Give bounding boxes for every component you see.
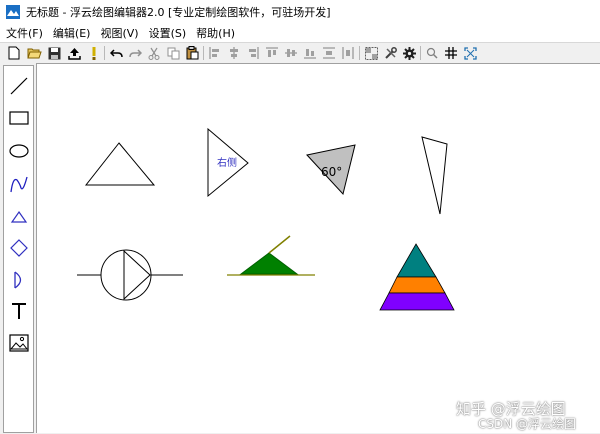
tool-panel xyxy=(0,63,36,433)
menu-file[interactable]: 文件(F) xyxy=(2,25,47,41)
menu-help[interactable]: 帮助(H) xyxy=(192,25,239,41)
align-bottom-icon[interactable] xyxy=(302,45,318,61)
grid-icon[interactable] xyxy=(443,45,459,61)
undo-icon[interactable] xyxy=(108,45,124,61)
window-title: 无标题 - 浮云绘图编辑器2.0 [专业定制绘图软件，可驻场开发] xyxy=(26,6,331,19)
zoom-icon[interactable] xyxy=(424,45,440,61)
open-folder-icon[interactable] xyxy=(26,45,42,61)
toolbar xyxy=(0,42,600,64)
menu-view[interactable]: 视图(V) xyxy=(96,25,142,41)
line-tool-icon[interactable] xyxy=(7,74,31,98)
ellipse-tool-icon[interactable] xyxy=(7,139,31,163)
redo-icon[interactable] xyxy=(127,45,143,61)
drawing-canvas[interactable]: 右侧 60° xyxy=(36,63,600,433)
tools-icon[interactable] xyxy=(382,45,398,61)
align-middle-icon[interactable] xyxy=(283,45,299,61)
rectangle-tool-icon[interactable] xyxy=(7,106,31,130)
triangle-tool-icon[interactable] xyxy=(7,205,31,229)
text-tool-icon[interactable] xyxy=(7,299,31,323)
distribute-h-icon[interactable] xyxy=(321,45,337,61)
green-trapezoid-symbol[interactable] xyxy=(227,235,315,276)
fit-screen-icon[interactable] xyxy=(462,45,478,61)
align-top-icon[interactable] xyxy=(264,45,280,61)
menu-bar: 文件(F) 编辑(E) 视图(V) 设置(S) 帮助(H) xyxy=(0,24,600,42)
group-icon[interactable] xyxy=(363,45,379,61)
toolbar-separator xyxy=(203,46,204,60)
toolbar-separator xyxy=(420,46,421,60)
align-right-icon[interactable] xyxy=(245,45,261,61)
image-tool-icon[interactable] xyxy=(7,331,31,355)
align-left-icon[interactable] xyxy=(207,45,223,61)
toolbar-separator xyxy=(359,46,360,60)
angle-label: 60° xyxy=(321,165,342,179)
watermark-csdn: CSDN @浮云绘图 xyxy=(478,417,577,431)
align-center-icon[interactable] xyxy=(226,45,242,61)
diamond-tool-icon[interactable] xyxy=(7,236,31,260)
pump-symbol[interactable] xyxy=(77,249,183,301)
triangle-shape[interactable] xyxy=(84,142,156,186)
arc-tool-icon[interactable] xyxy=(7,268,31,292)
layered-pyramid-shape[interactable] xyxy=(379,243,455,311)
app-logo-icon xyxy=(6,5,20,19)
tool-panel-inner xyxy=(3,65,34,433)
menu-settings[interactable]: 设置(S) xyxy=(145,25,191,41)
menu-edit[interactable]: 编辑(E) xyxy=(49,25,95,41)
polyline-tool-icon[interactable] xyxy=(7,172,31,196)
toolbar-separator xyxy=(104,46,105,60)
copy-icon[interactable] xyxy=(165,45,181,61)
triangle-right-label: 右侧 xyxy=(217,156,237,169)
new-file-icon[interactable] xyxy=(6,45,22,61)
settings-gear-icon[interactable] xyxy=(401,45,417,61)
save-icon[interactable] xyxy=(46,45,62,61)
alert-icon[interactable] xyxy=(86,45,102,61)
narrow-triangle-shape[interactable] xyxy=(421,136,448,215)
distribute-v-icon[interactable] xyxy=(340,45,356,61)
export-icon[interactable] xyxy=(66,45,82,61)
title-bar: 无标题 - 浮云绘图编辑器2.0 [专业定制绘图软件，可驻场开发] xyxy=(0,0,600,24)
cut-icon[interactable] xyxy=(146,45,162,61)
paste-icon[interactable] xyxy=(184,45,200,61)
